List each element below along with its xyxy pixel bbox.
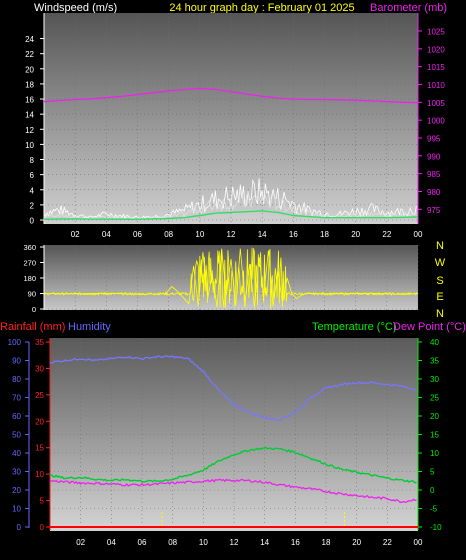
- wind-tick-label: 16: [25, 96, 34, 105]
- temp-tick-label: -5: [430, 505, 438, 514]
- compass-letter-e: E: [436, 291, 443, 303]
- x-tick-label: 00: [414, 230, 423, 239]
- barometer-axis-title: Barometer (mb): [370, 2, 447, 14]
- compass-letter-w: W: [435, 257, 446, 269]
- wind-tick-label: 6: [30, 171, 35, 180]
- x-tick-label: 06: [133, 230, 142, 239]
- wind-tick-label: 10: [25, 141, 34, 150]
- temp-tick-label: 20: [430, 412, 439, 421]
- bottom-x-tick-label: 00: [414, 538, 423, 547]
- compass-letter-n: N: [436, 308, 444, 320]
- humidity-tick-label: 60: [12, 412, 21, 421]
- rain-tick-label: 35: [35, 338, 44, 347]
- temp-tick-label: 5: [430, 468, 435, 477]
- bottom-x-tick-label: 10: [199, 538, 208, 547]
- wind-tick-label: 2: [30, 201, 35, 210]
- chart-title: 24 hour graph day : February 01 2025: [169, 2, 354, 14]
- humidity-tick-label: 70: [12, 394, 21, 403]
- barometer-tick-label: 1010: [427, 81, 445, 90]
- humidity-tick-label: 30: [12, 468, 21, 477]
- bottom-x-tick-label: 18: [322, 538, 331, 547]
- direction-tick-label: 0: [32, 305, 36, 314]
- direction-tick-label: 270: [23, 259, 36, 268]
- barometer-tick-label: 1015: [427, 63, 445, 72]
- humidity-tick-label: 80: [12, 375, 21, 384]
- direction-tick-label: 360: [23, 243, 36, 252]
- barometer-tick-label: 990: [427, 152, 441, 161]
- compass-letter-n: N: [436, 240, 444, 252]
- barometer-tick-label: 980: [427, 188, 441, 197]
- x-tick-label: 12: [227, 230, 236, 239]
- humidity-tick-label: 90: [12, 357, 21, 366]
- x-tick-label: 16: [289, 230, 298, 239]
- temperature-label: Temperature (°C): [312, 321, 396, 333]
- x-tick-label: 22: [382, 230, 391, 239]
- temp-tick-label: 40: [430, 338, 439, 347]
- rain-tick-label: 0: [40, 523, 45, 532]
- wind-tick-label: 14: [25, 111, 34, 120]
- wind-tick-label: 20: [25, 65, 34, 74]
- barometer-tick-label: 975: [427, 206, 441, 215]
- bottom-x-tick-label: 16: [291, 538, 300, 547]
- x-tick-label: 20: [351, 230, 360, 239]
- barometer-tick-label: 995: [427, 134, 441, 143]
- direction-tick-label: 180: [23, 274, 36, 283]
- rain-tick-label: 25: [35, 391, 44, 400]
- compass-letter-s: S: [436, 275, 443, 287]
- barometer-tick-label: 1025: [427, 28, 445, 37]
- weather-graph-svg: Windspeed (m/s) 24 hour graph day : Febr…: [0, 2, 466, 547]
- temp-tick-label: 35: [430, 357, 439, 366]
- temp-tick-label: 15: [430, 431, 439, 440]
- weather-graph: Windspeed (m/s) 24 hour graph day : Febr…: [0, 0, 466, 555]
- wind-axis-title: Windspeed (m/s): [34, 2, 117, 14]
- x-tick-label: 02: [71, 230, 80, 239]
- rain-tick-label: 30: [35, 364, 44, 373]
- x-tick-label: 18: [320, 230, 329, 239]
- rain-tick-label: 10: [35, 470, 44, 479]
- wind-tick-label: 8: [30, 156, 35, 165]
- direction-tick-label: 90: [28, 290, 36, 299]
- bottom-x-tick-label: 22: [383, 538, 392, 547]
- rainfall-label: Rainfall (mm): [0, 321, 65, 333]
- bottom-x-tick-label: 08: [168, 538, 177, 547]
- bottom-x-tick-label: 02: [76, 538, 85, 547]
- bottom-x-tick-label: 04: [107, 538, 116, 547]
- temp-tick-label: 0: [430, 486, 435, 495]
- barometer-tick-label: 985: [427, 170, 441, 179]
- humidity-tick-label: 50: [12, 431, 21, 440]
- temp-tick-label: 25: [430, 394, 439, 403]
- humidity-tick-label: 20: [12, 486, 21, 495]
- humidity-tick-label: 40: [12, 449, 21, 458]
- dewpoint-label: Dew Point (°C): [393, 321, 466, 333]
- wind-tick-label: 22: [25, 50, 34, 59]
- x-tick-label: 08: [164, 230, 173, 239]
- bottom-x-tick-label: 20: [352, 538, 361, 547]
- wind-tick-label: 12: [25, 126, 34, 135]
- compass-labels: NWSEN: [435, 240, 446, 320]
- humidity-label: Humidity: [68, 321, 111, 333]
- humidity-tick-label: 0: [17, 523, 22, 532]
- x-tick-label: 10: [195, 230, 204, 239]
- wind-tick-label: 4: [30, 186, 35, 195]
- wind-panel-background: [44, 13, 418, 224]
- x-tick-label: 04: [102, 230, 111, 239]
- humidity-tick-label: 100: [8, 338, 22, 347]
- bottom-x-tick-label: 14: [260, 538, 269, 547]
- rain-tick-label: 5: [40, 497, 45, 506]
- bottom-x-tick-label: 12: [230, 538, 239, 547]
- temp-tick-label: 30: [430, 375, 439, 384]
- barometer-tick-label: 1000: [427, 117, 445, 126]
- wind-tick-label: 0: [30, 217, 35, 226]
- rain-tick-label: 15: [35, 444, 44, 453]
- humidity-tick-label: 10: [12, 505, 21, 514]
- x-tick-label: 14: [258, 230, 267, 239]
- temp-tick-label: -10: [430, 523, 442, 532]
- barometer-tick-label: 1020: [427, 45, 445, 54]
- wind-tick-label: 18: [25, 80, 34, 89]
- bottom-x-tick-label: 06: [138, 538, 147, 547]
- barometer-tick-label: 1005: [427, 99, 445, 108]
- wind-tick-label: 24: [25, 35, 34, 44]
- rain-tick-label: 20: [35, 417, 44, 426]
- temp-tick-label: 10: [430, 449, 439, 458]
